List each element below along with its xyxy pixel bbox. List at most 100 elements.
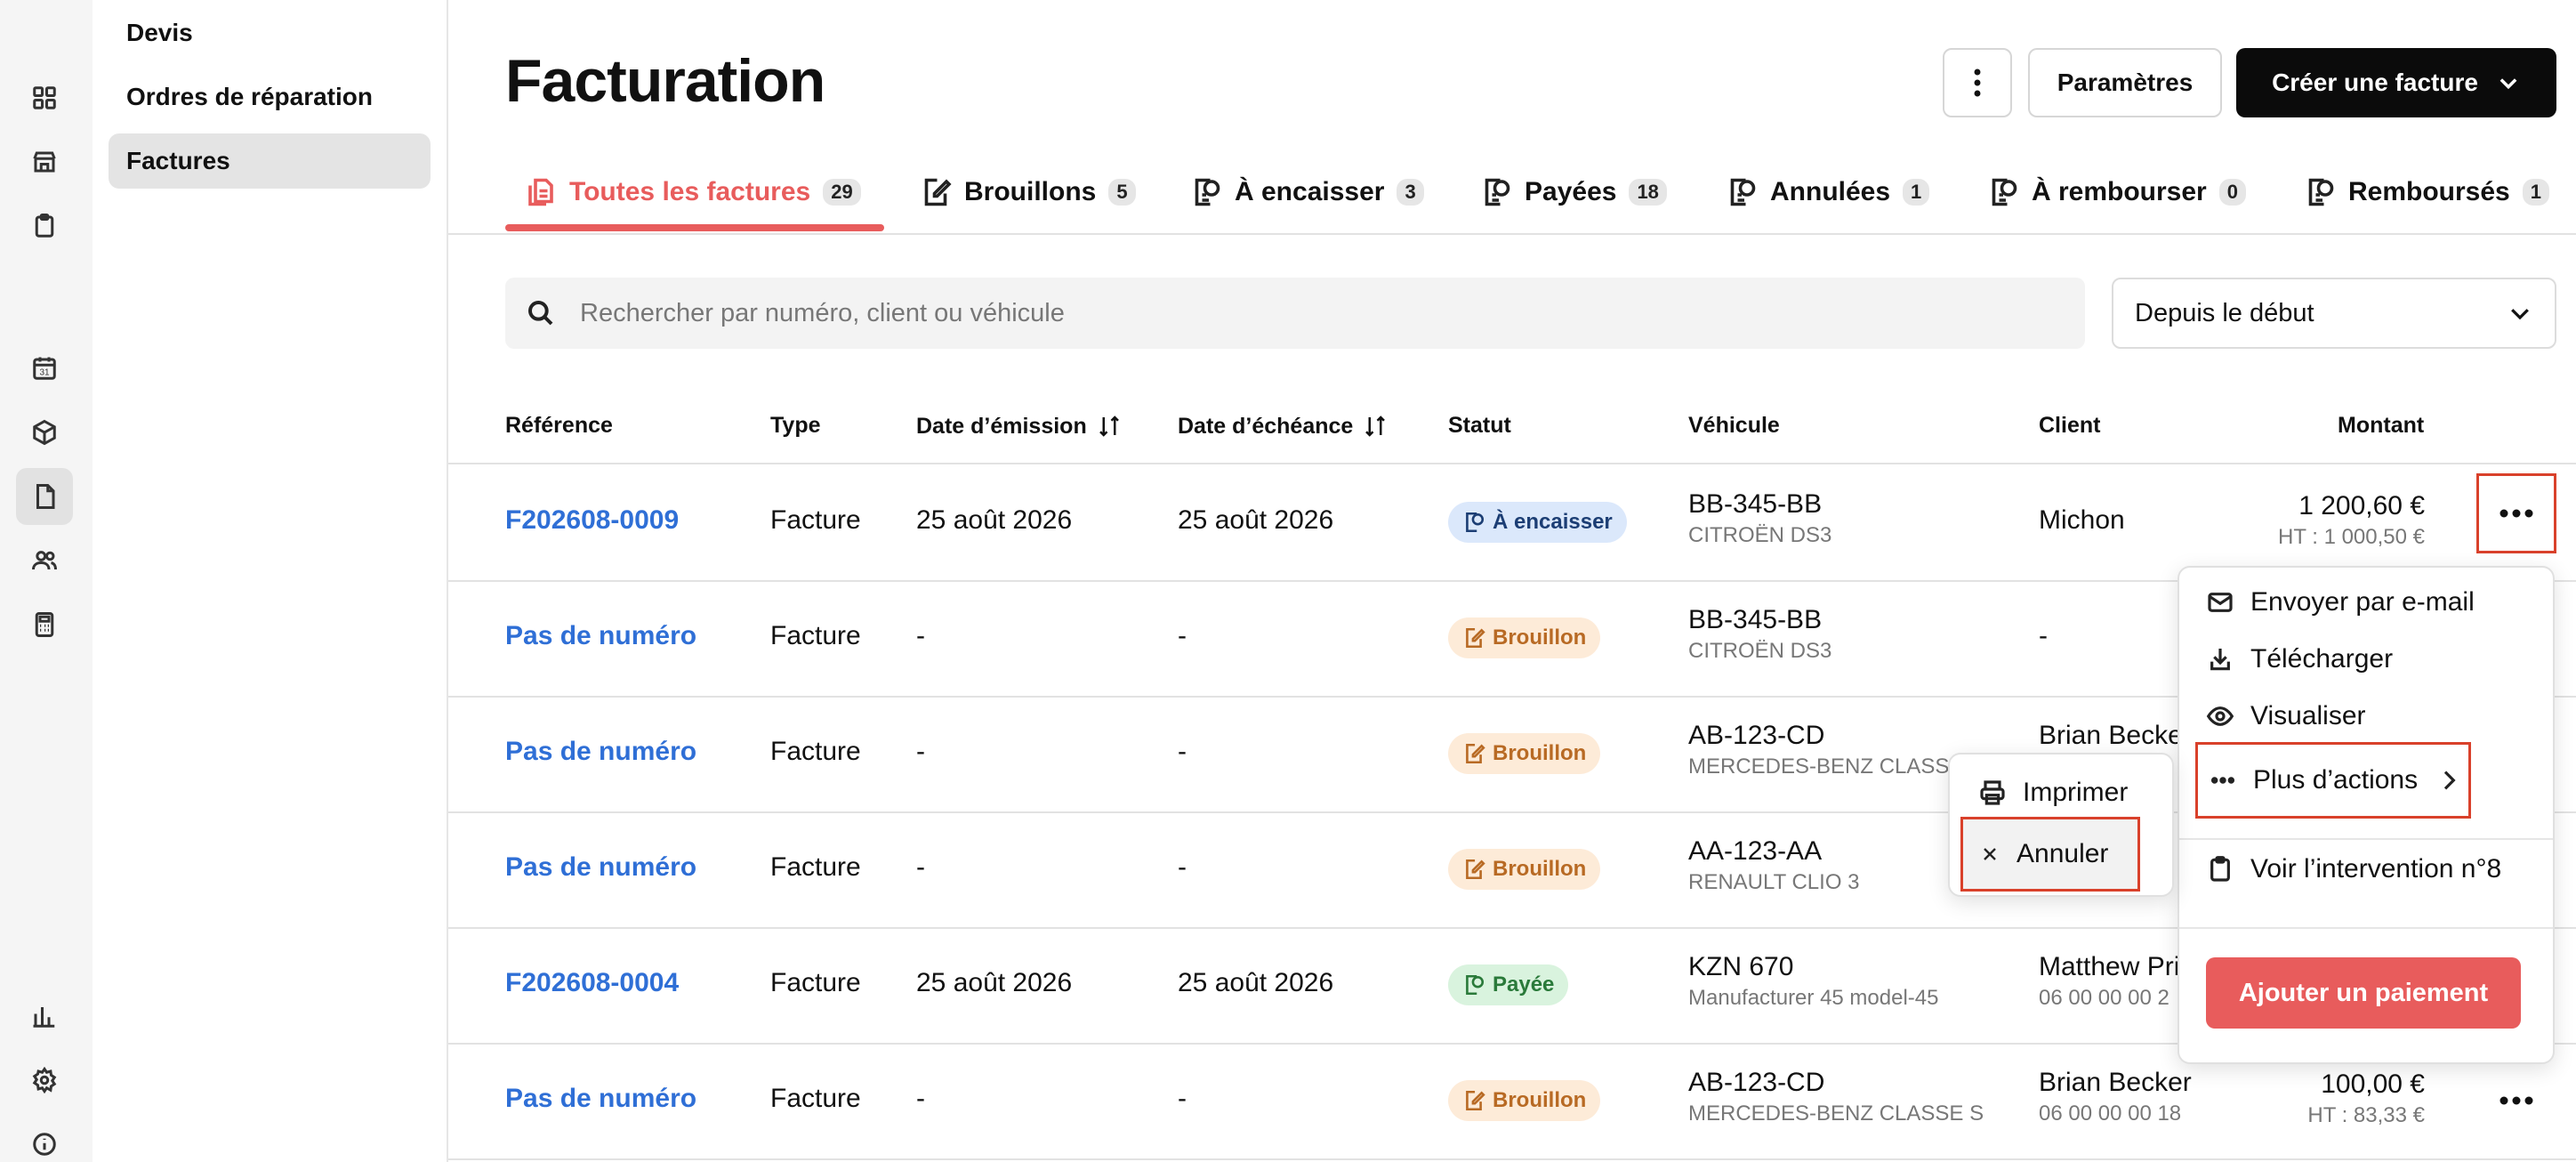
menu-item-label: Voir l’intervention n°8 <box>2250 854 2502 884</box>
edit-document-icon <box>1466 859 1485 880</box>
vehicle-model: MERCEDES-BENZ CLASS <box>1688 754 1950 779</box>
vehicle-model: CITROËN DS3 <box>1688 523 1832 547</box>
menu-item-view[interactable]: Visualiser <box>2206 701 2366 731</box>
status-badge: À encaisser <box>1448 502 1627 543</box>
invoice-reference[interactable]: F202608-0009 <box>505 505 679 536</box>
calculator-icon[interactable] <box>28 609 60 641</box>
tab-brouillons[interactable]: Brouillons 5 <box>920 151 1136 233</box>
store-icon[interactable] <box>28 146 60 178</box>
subnav-item-factures[interactable]: Factures <box>109 133 431 189</box>
box-icon[interactable] <box>28 416 60 448</box>
tab-count: 29 <box>823 179 861 206</box>
add-payment-button[interactable]: Ajouter un paiement <box>2206 957 2521 1029</box>
create-invoice-button[interactable]: Créer une facture <box>2236 48 2556 117</box>
row-actions-button[interactable] <box>2476 473 2556 553</box>
vehicle-cell: AB-123-CD MERCEDES-BENZ CLASS <box>1688 721 1949 779</box>
vehicle-plate: AB-123-CD <box>1688 721 1825 750</box>
amount-ht: HT : 83,33 € <box>2307 1103 2425 1127</box>
tab-payees[interactable]: Payées 18 <box>1480 151 1667 233</box>
invoice-reference[interactable]: F202608-0004 <box>505 968 679 998</box>
create-invoice-label: Créer une facture <box>2272 69 2478 96</box>
menu-item-label: Envoyer par e-mail <box>2250 587 2475 617</box>
vertical-dots-icon <box>1974 69 1981 97</box>
tab-toutes[interactable]: Toutes les factures 29 <box>525 151 861 233</box>
status-badge: Brouillon <box>1448 733 1601 774</box>
client-name: - <box>2039 621 2048 650</box>
vehicle-plate: KZN 670 <box>1688 952 1794 981</box>
settings-button[interactable]: Paramètres <box>2028 48 2222 117</box>
table-row[interactable]: F202608-0009 Facture 25 août 2026 25 aoû… <box>448 464 2576 582</box>
menu-item-more-actions[interactable]: Plus d’actions <box>2195 742 2471 819</box>
invoice-reference[interactable]: Pas de numéro <box>505 737 696 767</box>
col-emission[interactable]: Date d’émission <box>916 413 1123 440</box>
invoice-reference[interactable]: Pas de numéro <box>505 852 696 883</box>
due-date: - <box>1178 1084 1187 1113</box>
submenu-item-cancel[interactable]: Annuler <box>1960 817 2140 892</box>
menu-item-download[interactable]: Télécharger <box>2206 644 2393 674</box>
horizontal-dots-icon <box>2210 777 2235 784</box>
invoice-type: Facture <box>770 1084 861 1113</box>
info-icon[interactable] <box>28 1128 60 1160</box>
status-badge: Brouillon <box>1448 617 1601 658</box>
period-select[interactable]: Depuis le début <box>2112 278 2556 349</box>
invoice-type: Facture <box>770 737 861 766</box>
tab-a-encaisser[interactable]: À encaisser 3 <box>1190 151 1424 233</box>
sort-icon <box>1099 416 1119 437</box>
main-content: Facturation Paramètres Créer une facture… <box>448 0 2576 1162</box>
tab-a-rembourser[interactable]: À rembourser 0 <box>1987 151 2246 233</box>
sort-icon <box>1365 416 1386 437</box>
document-icon[interactable] <box>16 468 73 525</box>
due-date: - <box>1178 737 1187 766</box>
col-reference: Référence <box>505 413 613 438</box>
menu-divider <box>2179 927 2553 929</box>
submenu-item-label: Annuler <box>2017 839 2109 868</box>
menu-divider <box>2179 838 2553 840</box>
invoice-type: Facture <box>770 968 861 997</box>
vehicle-cell: AB-123-CD MERCEDES-BENZ CLASSE S <box>1688 1068 1984 1126</box>
vehicle-cell: KZN 670 Manufacturer 45 model-45 <box>1688 952 1938 1011</box>
emission-date: - <box>916 852 925 882</box>
vehicle-plate: BB-345-BB <box>1688 605 1823 634</box>
status-badge: Brouillon <box>1448 1080 1601 1121</box>
invoice-coin-icon <box>1485 178 1510 206</box>
dashboard-icon[interactable] <box>28 82 60 114</box>
tab-annulees[interactable]: Annulées 1 <box>1726 151 1930 233</box>
status-badge: Brouillon <box>1448 849 1601 890</box>
emission-date: - <box>916 621 925 650</box>
documents-icon <box>528 178 553 206</box>
more-options-button[interactable] <box>1943 48 2012 117</box>
due-date: - <box>1178 621 1187 650</box>
invoice-tabs: Toutes les factures 29 Brouillons 5 À en… <box>448 151 2576 235</box>
clipboard-icon[interactable] <box>28 210 60 242</box>
row-actions-button[interactable] <box>2476 1061 2556 1141</box>
download-icon <box>2210 649 2230 671</box>
invoice-reference[interactable]: Pas de numéro <box>505 621 696 651</box>
calendar-icon[interactable]: 31 <box>28 352 60 384</box>
menu-item-intervention[interactable]: Voir l’intervention n°8 <box>2206 854 2501 884</box>
amount-ttc: 1 200,60 € <box>2298 491 2425 520</box>
invoice-reference[interactable]: Pas de numéro <box>505 1084 696 1114</box>
tab-count: 5 <box>1108 179 1136 206</box>
menu-item-label: Plus d’actions <box>2253 765 2419 795</box>
settings-icon[interactable] <box>28 1064 60 1096</box>
invoice-type: Facture <box>770 852 861 882</box>
submenu-item-print[interactable]: Imprimer <box>1978 778 2128 808</box>
client-phone: 06 00 00 00 18 <box>2039 1101 2182 1126</box>
sub-navigation: Devis Ordres de réparation Factures <box>93 0 448 1162</box>
search-input[interactable] <box>578 297 2005 329</box>
invoice-type: Facture <box>770 505 861 535</box>
invoice-coin-icon <box>1466 974 1485 996</box>
users-icon[interactable] <box>28 545 60 577</box>
invoice-coin-icon <box>2308 178 2334 206</box>
tab-label: Toutes les factures <box>569 177 811 206</box>
subnav-item-devis[interactable]: Devis <box>109 5 431 61</box>
edit-document-icon <box>1466 627 1485 649</box>
tab-label: À encaisser <box>1235 177 1385 206</box>
col-echeance[interactable]: Date d’échéance <box>1178 413 1389 440</box>
chart-icon[interactable] <box>28 1000 60 1032</box>
subnav-item-ordres[interactable]: Ordres de réparation <box>109 69 431 125</box>
client-name: Michon <box>2039 505 2125 535</box>
tab-rembourses[interactable]: Remboursés 1 <box>2304 151 2549 233</box>
menu-item-email[interactable]: Envoyer par e-mail <box>2206 587 2475 617</box>
tab-label: À rembourser <box>2032 177 2207 206</box>
